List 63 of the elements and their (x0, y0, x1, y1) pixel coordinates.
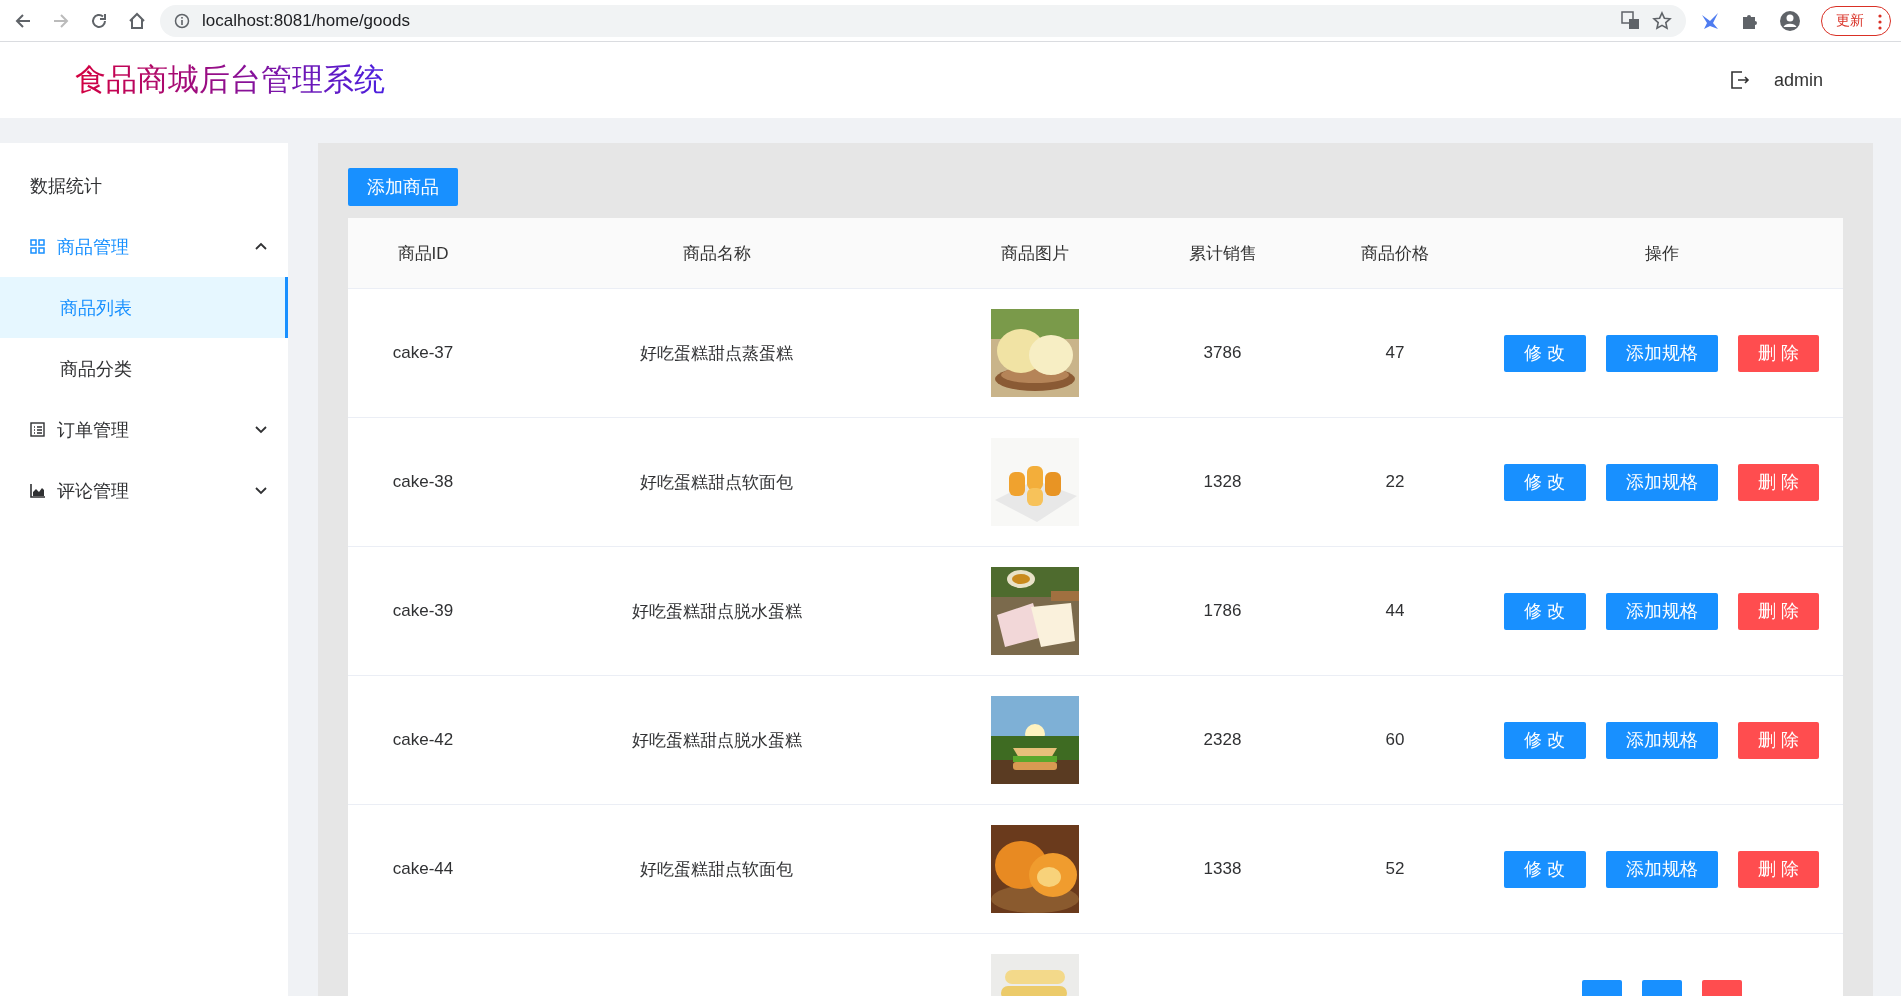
sales-count: 1328 (1203, 472, 1242, 492)
goods-name: 好吃蛋糕甜点蒸蛋糕 (640, 342, 793, 365)
sales-count: 2328 (1203, 730, 1242, 750)
sidebar-item[interactable]: 数据统计 (0, 155, 288, 216)
goods-name: 好吃蛋糕甜点软面包 (640, 471, 793, 494)
goods-name: 好吃蛋糕甜点脱水蛋糕 (631, 600, 802, 623)
sidebar-item[interactable]: 商品管理 (0, 216, 288, 277)
goods-name: 好吃蛋糕甜点软面包 (640, 858, 793, 881)
action-button[interactable]: 添加规格 (1605, 334, 1718, 372)
sidebar-item[interactable]: 订单管理 (0, 399, 288, 460)
action-button[interactable]: 添加规格 (1605, 850, 1718, 888)
column-header: 商品价格 (1361, 242, 1429, 265)
action-button[interactable]: 修 改 (1504, 721, 1586, 759)
goods-id: cake-44 (392, 859, 454, 879)
column-header: 累计销售 (1188, 242, 1257, 265)
star-icon[interactable] (1652, 10, 1672, 31)
list-icon (30, 422, 45, 437)
delete-button[interactable]: 删 除 (1737, 592, 1819, 630)
sales-count: 1786 (1203, 601, 1242, 621)
delete-button[interactable]: 删 除 (1737, 850, 1819, 888)
goods-name: 好吃蛋糕甜点脱水蛋糕 (631, 729, 802, 752)
logout-icon[interactable] (1729, 70, 1750, 90)
avatar-icon[interactable] (1779, 9, 1801, 32)
action-button[interactable]: 修 改 (1504, 592, 1586, 630)
sidebar-item[interactable]: 评论管理 (0, 460, 288, 521)
translate-icon[interactable] (1621, 11, 1640, 30)
grid-icon (30, 239, 45, 254)
goods-id: cake-37 (392, 343, 454, 363)
app-title: 食品商城后台管理系统 (75, 62, 385, 97)
reload-icon[interactable] (90, 11, 108, 30)
column-header: 操作 (1644, 242, 1679, 265)
sales-count: 3786 (1203, 343, 1242, 363)
action-button[interactable]: 修 改 (1504, 334, 1586, 372)
info-icon[interactable] (174, 12, 190, 29)
delete-button[interactable]: 删 除 (1737, 334, 1819, 372)
update-button[interactable]: 更新 (1821, 5, 1891, 36)
delete-button[interactable]: 删 除 (1737, 721, 1819, 759)
goods-price: 44 (1385, 601, 1405, 621)
sales-count: 1338 (1203, 859, 1242, 879)
goods-price: 60 (1385, 730, 1405, 750)
action-button[interactable]: 修 改 (1504, 463, 1586, 501)
back-icon[interactable] (14, 11, 32, 30)
column-header: 商品图片 (1001, 242, 1069, 265)
more-icon[interactable] (1878, 12, 1882, 31)
sidebar-subitem[interactable]: 商品列表 (0, 277, 288, 338)
action-button[interactable]: 添加规格 (1605, 721, 1718, 759)
action-button[interactable]: 添加规格 (1605, 592, 1718, 630)
delete-button[interactable]: 删 除 (1737, 463, 1819, 501)
goods-price: 52 (1385, 859, 1405, 879)
goods-id: cake-38 (392, 472, 454, 492)
goods-price: 22 (1385, 472, 1405, 492)
goods-price: 47 (1385, 343, 1405, 363)
column-header: 商品名称 (682, 242, 751, 265)
goods-id: cake-42 (392, 730, 454, 750)
column-header: 商品ID (397, 242, 449, 265)
sidebar-subitem[interactable]: 商品分类 (0, 338, 288, 399)
action-button[interactable]: 添加规格 (1605, 463, 1718, 501)
chart-icon (30, 483, 45, 498)
goods-id: cake-39 (392, 601, 454, 621)
user-name[interactable]: admin (1773, 69, 1823, 91)
add-goods-button[interactable]: 添加商品 (348, 168, 458, 206)
action-button[interactable]: 修 改 (1504, 850, 1586, 888)
home-icon[interactable] (128, 11, 146, 30)
